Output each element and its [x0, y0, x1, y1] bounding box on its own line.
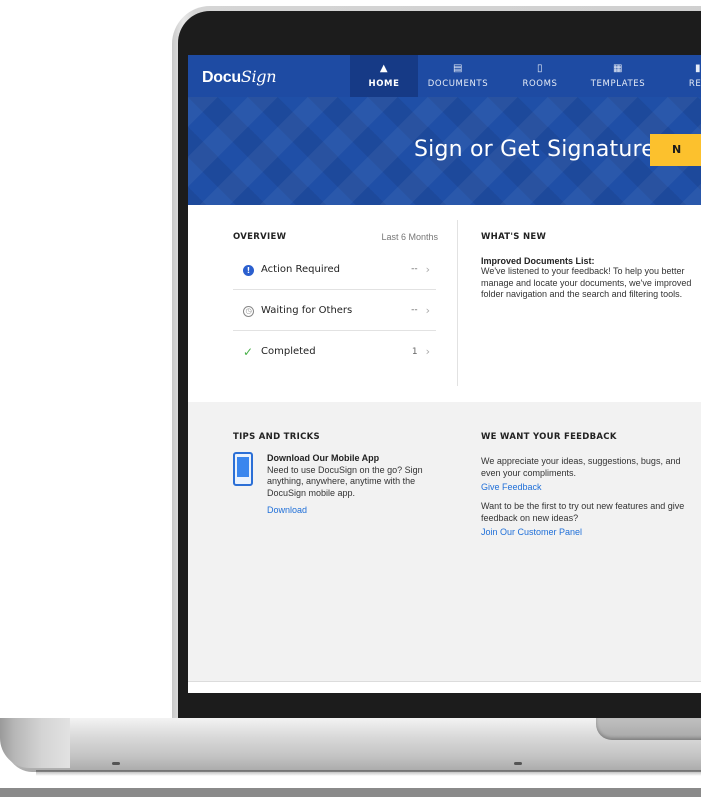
tip-content: Download Our Mobile App Need to use Docu… — [267, 453, 445, 517]
overview-row-count: -- — [411, 305, 418, 315]
logo-prefix: Docu — [202, 69, 241, 86]
reports-icon: ▮ — [694, 63, 701, 74]
give-feedback-link[interactable]: Give Feedback — [481, 482, 696, 492]
download-link[interactable]: Download — [267, 505, 445, 517]
overview-row-completed[interactable]: ✓ Completed 1 › — [233, 331, 436, 372]
docusign-logo[interactable]: DocuSign — [202, 67, 277, 87]
feedback-text: We appreciate your ideas, suggestions, b… — [481, 456, 681, 478]
rooms-icon: ▯ — [536, 63, 544, 74]
whats-new-panel: WHAT'S NEW Improved Documents List: We'v… — [481, 232, 696, 301]
top-navbar: DocuSign ▲ HOME ▤ DOCUMENTS ▯ ROOMS ▦ TE… — [188, 55, 701, 97]
laptop-foot — [514, 762, 522, 765]
mobile-phone-icon — [233, 452, 253, 486]
chevron-right-icon: › — [425, 345, 430, 358]
nav-rooms-label: ROOMS — [522, 79, 558, 89]
footer-strip — [188, 681, 701, 693]
tips-heading: TIPS AND TRICKS — [233, 432, 320, 442]
chevron-right-icon: › — [425, 303, 430, 317]
nav-templates-label: TEMPLATES — [590, 79, 646, 89]
exclamation-icon: ! — [233, 263, 255, 276]
overview-row-count: 1 — [411, 346, 418, 357]
column-divider — [457, 220, 458, 386]
overview-row-label: Action Required — [261, 263, 341, 275]
checkmark-icon: ✓ — [243, 344, 254, 359]
overview-row-label: Waiting for Others — [261, 304, 353, 316]
tips-panel: TIPS AND TRICKS Download Our Mobile App … — [233, 432, 443, 515]
overview-row-action-required[interactable]: ! Action Required -- › — [233, 249, 436, 290]
nav-rooms[interactable]: ▯ ROOMS — [510, 55, 570, 97]
overview-row-label: Completed — [261, 346, 316, 357]
templates-icon: ▦ — [612, 63, 624, 74]
nav-documents-label: DOCUMENTS — [427, 79, 489, 89]
laptop-base-edge — [0, 718, 70, 768]
whats-new-heading: WHAT'S NEW — [481, 232, 547, 242]
laptop-foot — [112, 762, 120, 765]
customer-panel-text: Want to be the first to try out new feat… — [481, 501, 685, 523]
floor-line — [0, 788, 701, 797]
nav-home[interactable]: ▲ HOME — [350, 55, 418, 97]
new-button[interactable]: N — [650, 134, 701, 166]
join-customer-panel-link[interactable]: Join Our Customer Panel — [481, 527, 696, 537]
whats-new-body: We've listened to your feedback! To help… — [481, 266, 692, 299]
clock-icon: ◷ — [233, 303, 255, 317]
logo-script: Sign — [240, 67, 277, 86]
home-icon: ▲ — [379, 63, 389, 74]
tip-title: Download Our Mobile App — [267, 453, 380, 463]
screen: DocuSign ▲ HOME ▤ DOCUMENTS ▯ ROOMS ▦ TE… — [188, 55, 701, 693]
nav-reports[interactable]: ▮ REP — [668, 55, 701, 97]
laptop-notch — [596, 718, 701, 740]
overview-row-waiting[interactable]: ◷ Waiting for Others -- › — [233, 290, 436, 331]
tip-text: Need to use DocuSign on the go? Sign any… — [267, 464, 423, 498]
documents-icon: ▤ — [452, 63, 464, 74]
nav-templates[interactable]: ▦ TEMPLATES — [580, 55, 656, 97]
overview-panel: OVERVIEW Last 6 Months ! Action Required… — [233, 232, 438, 359]
hero-banner: Sign or Get Signatures N — [188, 97, 701, 205]
nav-reports-label: REP — [688, 79, 701, 89]
nav-documents[interactable]: ▤ DOCUMENTS — [418, 55, 498, 97]
whats-new-title: Improved Documents List: — [481, 256, 595, 266]
chevron-right-icon: › — [425, 262, 430, 276]
overview-range: Last 6 Months — [381, 232, 438, 242]
laptop-shadow — [36, 770, 701, 776]
overview-row-count: -- — [411, 264, 418, 274]
feedback-heading: WE WANT YOUR FEEDBACK — [481, 432, 617, 442]
feedback-panel: WE WANT YOUR FEEDBACK We appreciate your… — [481, 432, 696, 537]
nav-home-label: HOME — [368, 79, 400, 89]
hero-title: Sign or Get Signatures — [414, 137, 667, 162]
